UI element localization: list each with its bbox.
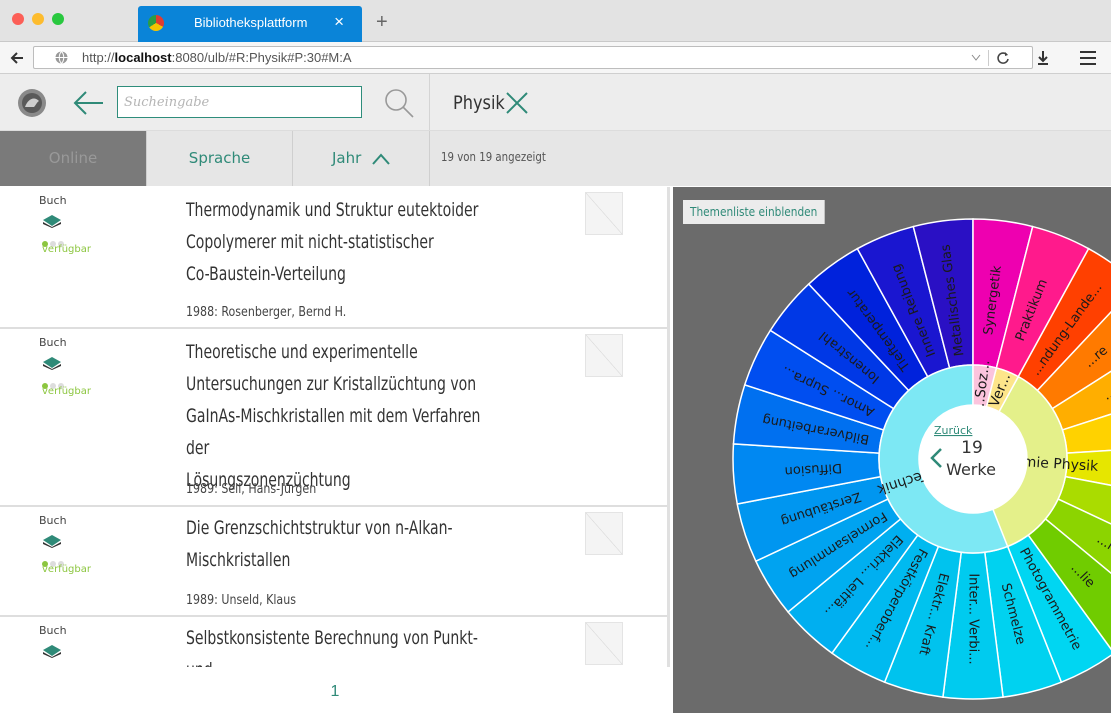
book-icon	[43, 535, 61, 548]
download-icon[interactable]	[1036, 50, 1050, 66]
sunburst-outer-label: Inter... Verbi...	[966, 573, 981, 664]
result-title[interactable]: Theoretische und experimentelle Untersuc…	[186, 336, 498, 496]
globe-icon	[55, 51, 68, 64]
media-type-label: Buch	[39, 514, 67, 527]
filter-divider	[429, 131, 430, 186]
result-count: 19 von 19 angezeigt	[441, 150, 546, 164]
availability-status: verfügbar	[42, 244, 91, 255]
result-title[interactable]: Selbstkonsistente Berechnung von Punkt- …	[186, 622, 498, 667]
book-icon	[43, 645, 61, 658]
new-tab-button[interactable]: +	[376, 11, 388, 34]
result-meta: 1989: Sell, Hans-Jürgen	[186, 482, 317, 497]
browser-tab-bar: Bibliotheksplattform × +	[0, 0, 1111, 42]
filter-bar: Online Sprache Jahr 19 von 19 angezeigt	[0, 131, 1111, 186]
url-bar[interactable]: http://localhost:8080/ulb/#R:Physik#P:30…	[33, 46, 1033, 69]
sunburst-center[interactable]	[919, 405, 1027, 513]
book-icon	[43, 357, 61, 370]
cover-thumbnail[interactable]	[585, 192, 623, 235]
chevron-up-icon	[372, 152, 390, 165]
menu-icon[interactable]	[1080, 51, 1096, 65]
browser-nav-bar: http://localhost:8080/ulb/#R:Physik#P:30…	[0, 42, 1111, 74]
page-number-link[interactable]: 1	[331, 683, 340, 700]
site-favicon-icon	[148, 15, 164, 31]
book-icon	[43, 215, 61, 228]
filter-language-tab[interactable]: Sprache	[147, 131, 292, 186]
back-arrow-icon[interactable]	[10, 51, 24, 65]
reload-icon[interactable]	[996, 51, 1010, 65]
result-title[interactable]: Thermodynamik und Struktur eutektoider C…	[186, 194, 498, 290]
result-list: Buch verfügbar Thermodynamik und Struktu…	[0, 187, 670, 667]
remove-filter-close-icon[interactable]	[505, 91, 529, 115]
topic-wheel-panel: Photogrammetrie Schmelze Inter... Verbi...…	[673, 187, 1111, 713]
search-icon[interactable]	[383, 87, 415, 119]
list-scrollbar[interactable]	[667, 187, 670, 667]
close-window-button[interactable]	[12, 13, 24, 25]
availability-status: verfügbar	[42, 564, 91, 575]
pagination: 1	[0, 667, 670, 713]
topic-sunburst[interactable]: PhotogrammetrieSchmelzeInter... Verbi...…	[673, 187, 1111, 713]
media-type-label: Buch	[39, 624, 67, 637]
result-title[interactable]: Die Grenzschichtstruktur von n-Alkan- Mi…	[186, 512, 498, 576]
search-input[interactable]	[117, 86, 362, 118]
center-back-link[interactable]: Zurück	[934, 424, 973, 437]
list-item[interactable]: Buch Selbstkonsistente Berechnung von Pu…	[0, 617, 668, 667]
tab-title: Bibliotheksplattform	[194, 15, 308, 30]
center-label: Werke	[946, 460, 996, 479]
filter-online-tab[interactable]: Online	[0, 131, 146, 186]
cover-thumbnail[interactable]	[585, 512, 623, 555]
tab-close-icon[interactable]: ×	[334, 12, 344, 32]
minimize-window-button[interactable]	[32, 13, 44, 25]
cover-thumbnail[interactable]	[585, 622, 623, 665]
filter-year-label: Jahr	[331, 149, 362, 167]
dropdown-chevron-icon[interactable]	[971, 54, 981, 62]
show-topic-list-button[interactable]: Themenliste einblenden	[683, 200, 825, 224]
list-item[interactable]: Buch verfügbar Thermodynamik und Struktu…	[0, 187, 668, 329]
active-filter-label: Physik	[453, 92, 505, 114]
result-meta: 1989: Unseld, Klaus	[186, 593, 296, 608]
result-meta: 1988: Rosenberger, Bernd H.	[186, 305, 347, 320]
url-divider	[988, 50, 989, 66]
availability-status: verfügbar	[42, 386, 91, 397]
app-header: Physik	[0, 74, 1111, 131]
filter-year-tab[interactable]: Jahr	[293, 131, 429, 186]
browser-tab[interactable]: Bibliotheksplattform ×	[138, 6, 362, 42]
media-type-label: Buch	[39, 194, 67, 207]
media-type-label: Buch	[39, 336, 67, 349]
list-item[interactable]: Buch verfügbar Theoretische und experime…	[0, 329, 668, 507]
list-item[interactable]: Buch verfügbar Die Grenzschichtstruktur …	[0, 507, 668, 617]
url-text: http://localhost:8080/ulb/#R:Physik#P:30…	[82, 50, 352, 65]
back-arrow-icon[interactable]	[72, 90, 104, 116]
university-logo-icon	[18, 89, 46, 117]
zoom-window-button[interactable]	[52, 13, 64, 25]
header-divider	[429, 74, 430, 130]
cover-thumbnail[interactable]	[585, 334, 623, 377]
center-count: 19	[961, 438, 983, 458]
